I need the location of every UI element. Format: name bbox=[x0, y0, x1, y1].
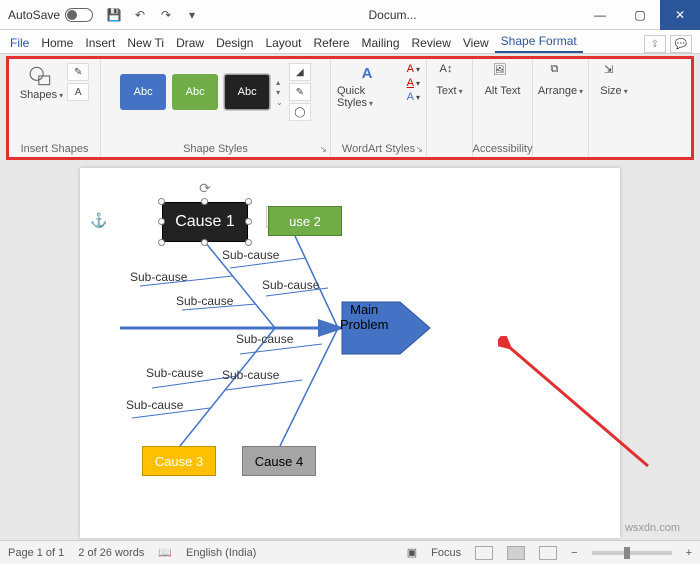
subcause-label: Sub-cause bbox=[262, 278, 319, 292]
resize-handle[interactable] bbox=[201, 239, 208, 246]
spellcheck-icon[interactable]: 📖 bbox=[158, 546, 172, 559]
ribbon-highlight: Shapes ✎ A Insert Shapes Abc Abc Abc ▴▾⌄… bbox=[6, 56, 694, 160]
word-count[interactable]: 2 of 26 words bbox=[78, 547, 144, 559]
group-label-accessibility: Accessibility bbox=[473, 143, 533, 155]
focus-label[interactable]: Focus bbox=[431, 547, 461, 559]
text-effects-icon[interactable]: A bbox=[407, 91, 414, 103]
group-label-wordart: WordArt Styles bbox=[342, 143, 415, 155]
group-arrange: ⧉ Arrange bbox=[533, 59, 589, 157]
toggle-off-icon[interactable] bbox=[65, 8, 93, 22]
cause2-shape[interactable]: use 2 bbox=[268, 206, 342, 236]
subcause-label: Sub-cause bbox=[146, 366, 203, 380]
tab-shape-format[interactable]: Shape Format bbox=[495, 31, 583, 53]
arrange-button[interactable]: ⧉ Arrange bbox=[538, 63, 583, 97]
group-text: A↕ Text bbox=[427, 59, 473, 157]
tab-new[interactable]: New Ti bbox=[121, 33, 170, 53]
save-icon[interactable]: 💾 bbox=[103, 4, 125, 26]
tab-view[interactable]: View bbox=[457, 33, 495, 53]
tab-draw[interactable]: Draw bbox=[170, 33, 210, 53]
maximize-button[interactable]: ▢ bbox=[620, 0, 660, 30]
resize-handle[interactable] bbox=[245, 198, 252, 205]
group-label-shape-styles: Shape Styles bbox=[183, 143, 248, 155]
document-page: ⚓ ⟳ Cause 1 ⌒ use 2 bbox=[80, 168, 620, 538]
ribbon: Shapes ✎ A Insert Shapes Abc Abc Abc ▴▾⌄… bbox=[9, 59, 691, 157]
comments-icon[interactable]: 💬 bbox=[670, 35, 692, 53]
group-shape-styles: Abc Abc Abc ▴▾⌄ ◢ ✎ ◯ Shape Styles ↘ bbox=[101, 59, 331, 157]
dialog-launcher-icon[interactable]: ↘ bbox=[319, 144, 327, 155]
main-problem-shape[interactable]: MainProblem bbox=[340, 302, 388, 332]
tab-home[interactable]: Home bbox=[35, 33, 79, 53]
subcause-label: Sub-cause bbox=[222, 368, 279, 382]
size-button[interactable]: ⇲ Size bbox=[600, 63, 627, 97]
tab-references[interactable]: Refere bbox=[307, 33, 355, 53]
tab-insert[interactable]: Insert bbox=[79, 33, 121, 53]
language-indicator[interactable]: English (India) bbox=[186, 547, 256, 559]
quick-styles-button[interactable]: A Quick Styles bbox=[337, 63, 403, 109]
close-button[interactable]: ✕ bbox=[660, 0, 700, 30]
cause4-shape[interactable]: Cause 4 bbox=[242, 446, 316, 476]
resize-handle[interactable] bbox=[158, 239, 165, 246]
style-swatch-blue[interactable]: Abc bbox=[120, 74, 166, 110]
resize-handle[interactable] bbox=[158, 218, 165, 225]
zoom-slider[interactable] bbox=[592, 551, 672, 555]
text-direction-button[interactable]: A↕ Text bbox=[436, 63, 462, 97]
read-mode-icon[interactable] bbox=[475, 546, 493, 560]
subcause-label: Sub-cause bbox=[126, 398, 183, 412]
text-box-icon[interactable]: A bbox=[67, 83, 89, 101]
document-title: Docum... bbox=[205, 8, 580, 22]
group-label-insert-shapes: Insert Shapes bbox=[21, 143, 89, 155]
resize-handle[interactable] bbox=[201, 198, 208, 205]
subcause-label: Sub-cause bbox=[236, 332, 293, 346]
resize-handle[interactable] bbox=[158, 198, 165, 205]
tab-design[interactable]: Design bbox=[210, 33, 259, 53]
style-gallery-more[interactable]: ▴▾⌄ bbox=[276, 78, 283, 107]
tab-file[interactable]: File bbox=[4, 33, 35, 53]
minimize-button[interactable]: — bbox=[580, 0, 620, 30]
qat-dropdown-icon[interactable]: ▾ bbox=[181, 4, 203, 26]
redo-icon[interactable]: ↷ bbox=[155, 4, 177, 26]
resize-handle[interactable] bbox=[245, 239, 252, 246]
subcause-label: Sub-cause bbox=[222, 248, 279, 262]
rotate-handle-icon[interactable]: ⟳ bbox=[199, 180, 211, 197]
subcause-label: Sub-cause bbox=[176, 294, 233, 308]
resize-handle[interactable] bbox=[245, 218, 252, 225]
style-swatch-black-selected[interactable]: Abc bbox=[224, 74, 270, 110]
style-swatch-green[interactable]: Abc bbox=[172, 74, 218, 110]
tab-mailings[interactable]: Mailing bbox=[356, 33, 406, 53]
group-insert-shapes: Shapes ✎ A Insert Shapes bbox=[9, 59, 101, 157]
cause1-label: Cause 1 bbox=[162, 202, 248, 242]
dialog-launcher-icon[interactable]: ↘ bbox=[415, 144, 423, 155]
tab-layout[interactable]: Layout bbox=[259, 33, 307, 53]
tab-review[interactable]: Review bbox=[406, 33, 457, 53]
edit-shape-icon[interactable]: ✎ bbox=[67, 63, 89, 81]
subcause-label: Sub-cause bbox=[130, 270, 187, 284]
zoom-out-button[interactable]: − bbox=[571, 547, 577, 559]
print-layout-icon[interactable] bbox=[507, 546, 525, 560]
web-layout-icon[interactable] bbox=[539, 546, 557, 560]
page-indicator[interactable]: Page 1 of 1 bbox=[8, 547, 64, 559]
undo-icon[interactable]: ↶ bbox=[129, 4, 151, 26]
focus-mode-icon[interactable]: ▣ bbox=[407, 546, 417, 559]
share-icon[interactable]: ⇪ bbox=[644, 35, 666, 53]
watermark: wsxdn.com bbox=[625, 522, 680, 534]
svg-text:A: A bbox=[361, 65, 372, 82]
shape-outline-icon[interactable]: ✎ bbox=[289, 83, 311, 101]
shape-effects-icon[interactable]: ◯ bbox=[289, 103, 311, 121]
cause1-shape-selected[interactable]: ⟳ Cause 1 bbox=[162, 202, 248, 242]
ribbon-tabs: File Home Insert New Ti Draw Design Layo… bbox=[0, 30, 700, 54]
autosave-label: AutoSave bbox=[8, 8, 60, 22]
group-accessibility: 🖼 Alt Text Accessibility bbox=[473, 59, 533, 157]
text-outline-icon[interactable]: A bbox=[407, 77, 414, 89]
cause3-shape[interactable]: Cause 3 bbox=[142, 446, 216, 476]
group-wordart-styles: A Quick Styles A▾ A▾ A▾ WordArt Styles ↘ bbox=[331, 59, 427, 157]
status-bar: Page 1 of 1 2 of 26 words 📖 English (Ind… bbox=[0, 540, 700, 564]
alt-text-button[interactable]: 🖼 Alt Text bbox=[485, 63, 521, 97]
shapes-gallery-button[interactable]: Shapes bbox=[20, 63, 63, 101]
autosave-toggle[interactable]: AutoSave bbox=[0, 8, 101, 22]
group-size: ⇲ Size bbox=[589, 59, 639, 157]
zoom-in-button[interactable]: + bbox=[686, 547, 692, 559]
title-bar: AutoSave 💾 ↶ ↷ ▾ Docum... — ▢ ✕ bbox=[0, 0, 700, 30]
text-fill-icon[interactable]: A bbox=[407, 63, 414, 75]
shape-fill-icon[interactable]: ◢ bbox=[289, 63, 311, 81]
